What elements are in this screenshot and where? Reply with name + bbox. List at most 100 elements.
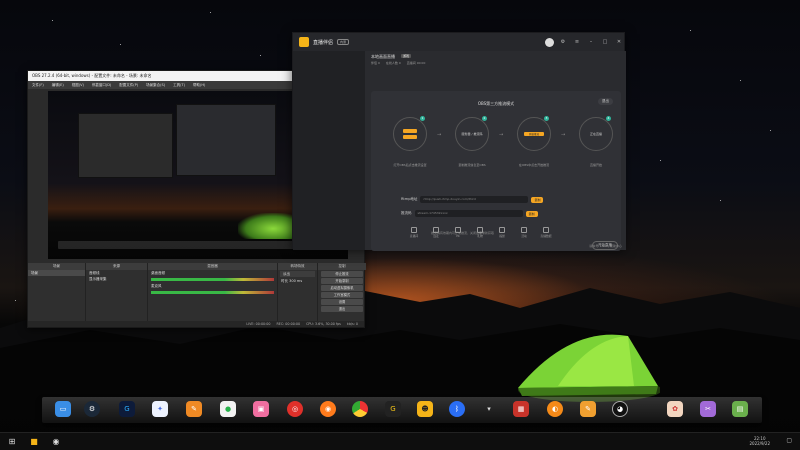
chart-icon	[543, 227, 549, 233]
settings-button[interactable]: 设置	[321, 299, 363, 305]
volume-meter[interactable]	[151, 278, 274, 281]
bitrate-status: kb/s: 0	[346, 322, 358, 326]
close-icon[interactable]: ✕	[614, 39, 624, 45]
menu-scene-collection[interactable]: 场景集合(S)	[146, 83, 165, 88]
star	[740, 80, 741, 81]
taskbar: ⊞ ■ ◉ 22:10 2022/9/22 ▢	[0, 432, 800, 450]
menu-tools[interactable]: 工具(T)	[173, 83, 185, 88]
menu-profile[interactable]: 配置文件(P)	[119, 83, 138, 88]
avatar[interactable]	[545, 37, 554, 47]
room-stat: 在线人数 0	[385, 61, 401, 65]
copy-key-button[interactable]: 复制	[525, 210, 538, 217]
room-stat: 伴侣 0	[371, 61, 380, 65]
tool-label: 礼物	[477, 234, 483, 238]
menu-edit[interactable]: 编辑(E)	[52, 83, 64, 88]
menu-icon[interactable]: ≡	[572, 39, 582, 45]
wechat-icon[interactable]: ●	[220, 401, 236, 417]
app2-icon[interactable]: ✎	[580, 401, 596, 417]
step-caption: 打开OBS后点击推流设置	[393, 163, 427, 167]
menu-view[interactable]: 视图(V)	[72, 83, 84, 88]
feather-icon[interactable]: ✦	[152, 401, 168, 417]
stream-companion-window[interactable]: 直播伴侣 内测 ⚙ ≡ – □ ✕ 本地画面直播 游戏 伴侣 0 在线人数 0 …	[292, 32, 626, 251]
tool-data[interactable]: 直播数据	[537, 226, 555, 244]
tool-room[interactable]: 直播间	[405, 226, 423, 244]
bilibili-icon[interactable]: ▣	[253, 401, 269, 417]
stop-streaming-button[interactable]: 停止推流	[321, 271, 363, 277]
windows-start-icon[interactable]: ⊞	[7, 437, 17, 447]
desktop-icon[interactable]: ▭	[55, 401, 71, 417]
obs-statusbar: LIVE: 00:00:00 REC: 00:00:00 CPU: 3.6%, …	[28, 321, 364, 327]
arrow-icon: →	[561, 132, 566, 138]
rtmp-field[interactable]: rtmp://push-rtmp.douyin.com/third	[420, 196, 529, 203]
step-number: 4	[606, 116, 611, 121]
folder-icon[interactable]: ▤	[732, 401, 748, 417]
minimize-icon[interactable]: –	[586, 39, 596, 45]
exit-button[interactable]: 退出	[321, 306, 363, 312]
transition-select[interactable]: 淡出	[280, 271, 315, 277]
obs-icon[interactable]: ◕	[612, 401, 628, 417]
event-icon	[521, 227, 527, 233]
steam-icon[interactable]: ⚙	[84, 401, 100, 417]
obs-taskbar-icon[interactable]: ◉	[51, 437, 61, 447]
tool-label: 连麦	[433, 234, 439, 238]
star	[52, 20, 53, 21]
tool-link[interactable]: 连麦	[427, 226, 445, 244]
return-button[interactable]: 退出	[598, 98, 613, 105]
uplay-icon[interactable]: G	[119, 401, 135, 417]
room-header: 本地画面直播 游戏	[365, 51, 626, 61]
stream-key-label: 推流码	[401, 211, 412, 215]
duration-row: 时长 300 ms	[278, 278, 317, 284]
step-pill: 开始推流	[524, 132, 544, 136]
tool-gift[interactable]: 礼物	[471, 226, 489, 244]
notification-icon[interactable]: ▢	[786, 437, 792, 444]
system-clock[interactable]: 22:10 2022/9/22	[749, 436, 770, 446]
virtual-camera-button[interactable]: 启动虚拟摄像机	[321, 285, 363, 291]
star	[690, 30, 691, 31]
settings-icon[interactable]: ⚙	[558, 39, 568, 45]
maximize-icon[interactable]: □	[600, 39, 610, 45]
tool-event[interactable]: 活动	[515, 226, 533, 244]
room-tag[interactable]: 游戏	[401, 54, 412, 58]
studio-mode-button[interactable]: 工作室模式	[321, 292, 363, 298]
source-item[interactable]: 显示器采集	[86, 276, 147, 282]
menu-file[interactable]: 文件(F)	[32, 83, 44, 88]
step-circle-1: 1	[393, 116, 427, 151]
obs-docks: 场景 场景 来源 音频线 显示器采集 混音器 桌面音频 麦克风 转场特效 淡出 …	[28, 263, 366, 327]
paint-icon[interactable]: ✿	[667, 401, 683, 417]
bluetooth-icon[interactable]: ᛒ	[449, 401, 465, 417]
start-recording-button[interactable]: 开始录制	[321, 278, 363, 284]
step-caption: 复制推流信息至OBS	[458, 163, 486, 167]
firefox-icon[interactable]: ◉	[320, 401, 336, 417]
netease-music-icon[interactable]: ◎	[287, 401, 303, 417]
stream-key-field[interactable]: stream-174532xxxx	[414, 210, 523, 217]
scene-item[interactable]: 场景	[28, 270, 85, 276]
cut-icon[interactable]: ✂	[700, 401, 716, 417]
copy-rtmp-button[interactable]: 复制	[531, 196, 544, 203]
menu-help[interactable]: 帮助(H)	[193, 83, 205, 88]
star	[120, 44, 121, 45]
epic-icon[interactable]: G	[385, 401, 401, 417]
gift-icon	[477, 227, 483, 233]
media-icon[interactable]: ◐	[547, 401, 563, 417]
chrome-icon[interactable]	[352, 401, 368, 417]
room-title[interactable]: 本地画面直播	[371, 54, 395, 59]
step-caption: 直播开始	[589, 163, 602, 167]
stream-app-taskbar-icon[interactable]: ■	[29, 437, 39, 447]
qq-icon[interactable]: ☻	[417, 401, 433, 417]
app-icon[interactable]: ✎	[186, 401, 202, 417]
volume-meter[interactable]	[151, 291, 274, 294]
tool-bag[interactable]: 福袋	[493, 226, 511, 244]
stream-main: 本地画面直播 游戏 伴侣 0 在线人数 0 直播间 00:00 OBS第三方推流…	[365, 51, 626, 251]
step-label: 服务器 / 推流码	[461, 132, 483, 136]
menu-docks[interactable]: 停靠窗口(D)	[92, 83, 111, 88]
step-caption: 在OBS中点击开始推流	[518, 163, 550, 167]
photo-icon[interactable]: ▦	[513, 401, 529, 417]
tent-image	[518, 334, 660, 402]
arrow-icon: →	[437, 132, 442, 138]
tool-pk[interactable]: PK	[449, 226, 467, 244]
duration-input[interactable]: 300 ms	[289, 279, 302, 283]
step-number: 3	[544, 116, 549, 121]
wallpaper-icon[interactable]: ▾	[481, 401, 497, 417]
controls-dock: 控制 停止推流 开始录制 启动虚拟摄像机 工作室模式 设置 退出	[318, 263, 366, 327]
rtmp-row: Rtmp地址 rtmp://push-rtmp.douyin.com/third…	[401, 195, 544, 204]
